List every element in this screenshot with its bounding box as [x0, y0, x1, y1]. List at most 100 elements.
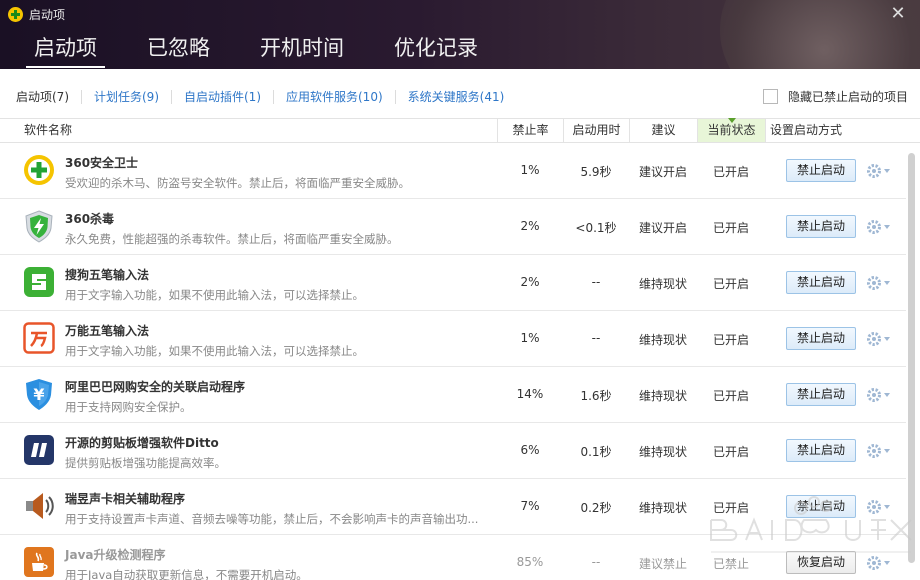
item-description: 用于支持网购安全保护。 — [65, 400, 192, 414]
divider — [171, 89, 172, 104]
item-startup-time: <0.1秒 — [575, 221, 617, 235]
wanneng-input-icon — [23, 322, 55, 354]
item-description: 用于文字输入功能，如果不使用此输入法，可以选择禁止。 — [65, 344, 364, 358]
item-startup-time: -- — [591, 275, 601, 289]
restore-startup-button[interactable]: 恢复启动 — [786, 551, 856, 574]
item-startup-time: -- — [591, 555, 601, 569]
item-startup-time: 0.2秒 — [580, 501, 612, 515]
item-suggestion: 维持现状 — [638, 501, 687, 515]
360-safe-icon — [24, 155, 54, 185]
gear-dropdown-icon[interactable] — [866, 274, 892, 292]
item-suggestion: 维持现状 — [638, 277, 687, 291]
alibaba-shield-icon: ¥ — [26, 379, 52, 410]
table-row: 搜狗五笔输入法 用于文字输入功能，如果不使用此输入法，可以选择禁止。 2% --… — [0, 255, 906, 311]
title-bar: 启动项 ✕ 启动项 已忽略 开机时间 优化记录 — [0, 0, 920, 69]
item-state: 已开启 — [712, 221, 749, 235]
startup-item-list: 360安全卫士 受欢迎的杀木马、防盗号安全软件。禁止后，将面临严重安全威胁。 1… — [0, 143, 906, 580]
item-disable-rate: 7% — [520, 499, 540, 513]
column-current-state[interactable]: 当前状态 — [697, 118, 765, 142]
subtab-scheduled-tasks[interactable]: 计划任务(9) — [94, 88, 159, 105]
item-disable-rate: 85% — [516, 555, 544, 569]
item-disable-rate: 2% — [520, 219, 540, 233]
subtab-autostart-plugins[interactable]: 自启动插件(1) — [184, 88, 261, 105]
table-row: 瑞昱声卡相关辅助程序 用于支持设置声卡声道、音频去噪等功能，禁止后，不会影响声卡… — [0, 479, 906, 535]
table-row: 360安全卫士 受欢迎的杀木马、防盗号安全软件。禁止后，将面临严重安全威胁。 1… — [0, 143, 906, 199]
column-startup-time[interactable]: 启动用时 — [563, 119, 629, 142]
item-title: 阿里巴巴网购安全的关联启动程序 — [65, 380, 246, 394]
svg-text:¥: ¥ — [33, 385, 44, 404]
item-state: 已禁止 — [712, 557, 749, 571]
item-suggestion: 维持现状 — [638, 333, 687, 347]
gear-dropdown-icon[interactable] — [866, 442, 892, 460]
disable-startup-button[interactable]: 禁止启动 — [786, 383, 856, 406]
gear-dropdown-icon[interactable] — [866, 330, 892, 348]
item-description: 用于Java自动获取更新信息，不需要开机启动。 — [65, 568, 308, 580]
speaker-icon — [26, 493, 54, 519]
gear-dropdown-icon[interactable] — [866, 498, 892, 516]
item-title: 搜狗五笔输入法 — [65, 268, 150, 282]
hide-disabled-option: 隐藏已禁止启动的项目 — [762, 88, 908, 105]
gear-dropdown-icon[interactable] — [866, 386, 892, 404]
gear-dropdown-icon[interactable] — [866, 162, 892, 180]
table-row: ¥ 阿里巴巴网购安全的关联启动程序 用于支持网购安全保护。 14% 1.6秒 维… — [0, 367, 906, 423]
tab-boot-time[interactable]: 开机时间 — [252, 32, 352, 68]
column-software-name: 软件名称 — [24, 123, 73, 137]
table-row: 万能五笔输入法 用于文字输入功能，如果不使用此输入法，可以选择禁止。 1% --… — [0, 311, 906, 367]
item-disable-rate: 1% — [520, 331, 540, 345]
table-row: 开源的剪贴板增强软件Ditto 提供剪贴板增强功能提高效率。 6% 0.1秒 维… — [0, 423, 906, 479]
sogou-input-icon — [24, 267, 54, 297]
item-state: 已开启 — [712, 445, 749, 459]
close-icon[interactable]: ✕ — [890, 5, 906, 23]
tab-ignored[interactable]: 已忽略 — [139, 32, 218, 68]
360-logo-icon — [8, 7, 23, 22]
item-description: 受欢迎的杀木马、防盗号安全软件。禁止后，将面临严重安全威胁。 — [65, 176, 410, 190]
item-disable-rate: 2% — [520, 275, 540, 289]
window-title-row: 启动项 — [8, 6, 65, 23]
item-state: 已开启 — [712, 333, 749, 347]
item-title: Java升级检测程序 — [65, 548, 166, 562]
item-state: 已开启 — [712, 501, 749, 515]
column-disable-rate[interactable]: 禁止率 — [497, 119, 563, 142]
main-tabs: 启动项 已忽略 开机时间 优化记录 — [26, 32, 520, 68]
table-row: Java升级检测程序 用于Java自动获取更新信息，不需要开机启动。 85% -… — [0, 535, 906, 580]
disable-startup-button[interactable]: 禁止启动 — [786, 439, 856, 462]
divider — [81, 89, 82, 104]
disable-startup-button[interactable]: 禁止启动 — [786, 327, 856, 350]
disable-startup-button[interactable]: 禁止启动 — [786, 159, 856, 182]
subtab-app-services[interactable]: 应用软件服务(10) — [286, 88, 383, 105]
disable-startup-button[interactable]: 禁止启动 — [786, 271, 856, 294]
item-title: 360杀毒 — [65, 212, 115, 226]
item-description: 提供剪贴板增强功能提高效率。 — [65, 456, 226, 470]
hide-disabled-label[interactable]: 隐藏已禁止启动的项目 — [788, 88, 908, 105]
scrollbar-thumb[interactable] — [908, 153, 915, 563]
item-startup-time: 0.1秒 — [580, 445, 612, 459]
item-disable-rate: 14% — [516, 387, 544, 401]
gear-dropdown-icon[interactable] — [866, 554, 892, 572]
disable-startup-button[interactable]: 禁止启动 — [786, 215, 856, 238]
table-row: 360杀毒 永久免费，性能超强的杀毒软件。禁止后，将面临严重安全威胁。 2% <… — [0, 199, 906, 255]
vertical-scrollbar[interactable] — [906, 143, 920, 580]
ditto-quote-icon — [24, 435, 54, 465]
divider — [273, 89, 274, 104]
item-suggestion: 建议开启 — [638, 221, 687, 235]
tab-startup-items[interactable]: 启动项 — [26, 32, 105, 68]
tab-optimize-history[interactable]: 优化记录 — [386, 32, 486, 68]
window-title: 启动项 — [29, 8, 66, 22]
item-state: 已开启 — [712, 165, 749, 179]
item-title: 开源的剪贴板增强软件Ditto — [65, 436, 219, 450]
hide-disabled-checkbox[interactable] — [762, 89, 778, 104]
column-suggestion[interactable]: 建议 — [629, 119, 697, 142]
column-current-state-label: 当前状态 — [707, 123, 756, 137]
item-title: 万能五笔输入法 — [65, 324, 150, 338]
subtab-startup[interactable]: 启动项(7) — [16, 88, 69, 105]
360-antivirus-shield-icon — [25, 210, 53, 243]
sub-tab-bar: 启动项(7) 计划任务(9) 自启动插件(1) 应用软件服务(10) 系统关键服… — [0, 69, 920, 119]
java-cup-icon — [24, 547, 54, 577]
item-suggestion: 建议禁止 — [638, 557, 687, 571]
item-description: 用于文字输入功能，如果不使用此输入法，可以选择禁止。 — [65, 288, 364, 302]
gear-dropdown-icon[interactable] — [866, 218, 892, 236]
disable-startup-button[interactable]: 禁止启动 — [786, 495, 856, 518]
item-suggestion: 维持现状 — [638, 445, 687, 459]
subtab-system-services[interactable]: 系统关键服务(41) — [408, 88, 505, 105]
item-state: 已开启 — [712, 277, 749, 291]
